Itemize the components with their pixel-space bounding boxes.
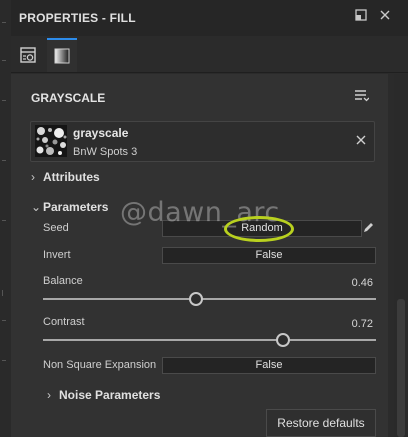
contrast-label: Contrast — [43, 316, 85, 328]
panel-title: PROPERTIES - FILL — [19, 11, 136, 25]
contrast-slider-knob[interactable] — [275, 333, 290, 347]
non-square-expansion-field[interactable]: False — [162, 357, 376, 374]
scrollbar[interactable] — [394, 74, 408, 437]
chevron-right-icon: › — [47, 388, 51, 402]
preset-name: grayscale — [73, 126, 129, 140]
close-icon[interactable] — [377, 9, 393, 25]
properties-settings-icon — [20, 47, 36, 63]
balance-slider[interactable] — [43, 298, 376, 300]
attributes-group-header[interactable]: › Attributes — [31, 170, 100, 184]
parameters-group-header[interactable]: ⌄ Parameters — [31, 200, 108, 214]
tab-fill[interactable] — [47, 38, 77, 72]
seed-label: Seed — [43, 222, 69, 234]
chevron-right-icon: › — [31, 170, 35, 184]
noise-parameters-label: Noise Parameters — [59, 388, 161, 402]
noise-parameters-group-header[interactable]: › Noise Parameters — [47, 388, 160, 402]
section-title: GRAYSCALE — [31, 91, 106, 105]
non-square-expansion-label: Non Square Expansion — [43, 359, 157, 371]
preset-card[interactable]: grayscale BnW Spots 3 — [30, 121, 375, 162]
attributes-label: Attributes — [43, 170, 100, 184]
remove-preset-icon[interactable] — [356, 132, 366, 148]
chevron-down-icon: ⌄ — [31, 200, 42, 214]
contrast-value: 0.72 — [351, 318, 373, 330]
preset-subtitle: BnW Spots 3 — [73, 146, 138, 158]
balance-label: Balance — [43, 275, 83, 287]
highlight-annotation — [224, 216, 294, 242]
invert-label: Invert — [43, 249, 71, 261]
dock-icon[interactable] — [353, 9, 369, 25]
list-menu-icon[interactable] — [355, 90, 370, 105]
contrast-slider[interactable] — [43, 339, 376, 341]
pencil-icon[interactable] — [363, 222, 374, 236]
invert-field[interactable]: False — [162, 247, 376, 264]
parameters-label: Parameters — [43, 200, 109, 214]
tab-bar — [11, 38, 408, 73]
preset-thumbnail — [35, 125, 67, 157]
restore-defaults-button[interactable]: Restore defaults — [266, 409, 376, 437]
tab-properties[interactable] — [13, 38, 43, 72]
balance-value: 0.46 — [351, 277, 373, 289]
panel-titlebar: PROPERTIES - FILL — [11, 0, 408, 36]
gradient-square-icon — [54, 48, 70, 64]
scrollbar-thumb[interactable] — [397, 299, 405, 437]
